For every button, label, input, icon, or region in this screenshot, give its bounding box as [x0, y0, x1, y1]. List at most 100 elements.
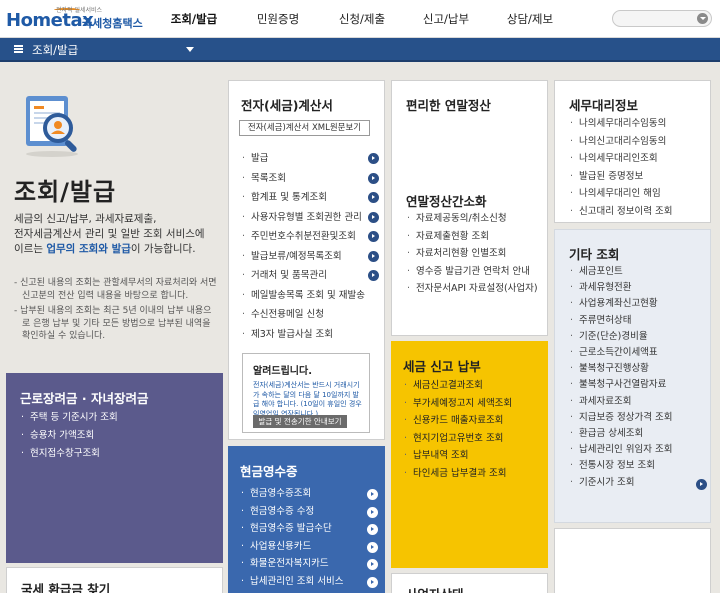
notice-text: 전자(세금)계산서는 반드시 거래시기가 속하는 달의 다음 달 10일까지 발…	[253, 381, 362, 418]
list-item-label: 기준시가 조회	[579, 476, 635, 488]
list-item[interactable]: 과세자료조회	[569, 394, 709, 410]
list-item[interactable]: 현금영수증 수정	[240, 503, 380, 521]
list-item[interactable]: 주택 등 기준시가 조회	[20, 409, 118, 427]
list-item[interactable]: 근로소득간이세액표	[569, 345, 709, 361]
list-item[interactable]: 세금신고결과조회	[403, 377, 512, 395]
list-item[interactable]: 과세유형전환	[569, 280, 709, 296]
nav-report-pay[interactable]: 신고/납부	[404, 0, 488, 38]
arrow-right-icon[interactable]	[368, 153, 379, 164]
nav-consult-report[interactable]: 상담/제보	[488, 0, 572, 38]
panel-title[interactable]: 현금영수증	[240, 461, 298, 480]
list-item[interactable]: 불복청구사건열람자료	[569, 377, 709, 393]
list-item[interactable]: 현금영수증 발급수단	[240, 520, 380, 538]
arrow-right-icon[interactable]	[368, 172, 379, 184]
refund-panel: 국세 환급금 찾기	[6, 567, 223, 593]
tax-agent-list: 나의세무대리수임동의 나의신고대리수임동의 나의세무대리인조회 발급된 증명정보…	[569, 115, 672, 220]
list-item[interactable]: 발급	[241, 149, 381, 169]
panel-subtitle[interactable]: 연말정산간소화	[406, 191, 487, 210]
year-end-list: 자료제공동의/취소신청 자료제출현황 조회 자료처리현황 인별조회 영수증 발급…	[406, 210, 538, 298]
list-item[interactable]: 전자문서API 자료설정(사업자)	[406, 280, 538, 298]
nav-certificates[interactable]: 민원증명	[236, 0, 320, 38]
list-item[interactable]: 부가세예정고지 세액조회	[403, 395, 512, 413]
hometax-logo[interactable]: 전자적 일세서비스 Hometax 국세청홈택스	[6, 4, 144, 34]
arrow-right-icon[interactable]	[367, 506, 378, 518]
list-item[interactable]: 화물운전자복지카드	[240, 555, 380, 573]
list-item[interactable]: 나의세무대리수임동의	[569, 115, 672, 133]
list-item[interactable]: 승용차 가액조회	[20, 427, 118, 445]
search-dropdown-icon[interactable]	[697, 13, 708, 24]
list-item[interactable]: 거래처 및 품목관리	[241, 266, 381, 286]
list-item[interactable]: 신용카드 매출자료조회	[403, 412, 512, 430]
list-item[interactable]: 사업용계좌신고현황	[569, 296, 709, 312]
list-item[interactable]: 주류면허상태	[569, 313, 709, 329]
list-item[interactable]: 기준(단순)경비율	[569, 329, 709, 345]
deadline-guide-button[interactable]: 발급 및 전송기한 안내보기	[253, 415, 347, 428]
list-item[interactable]: 나의신고대리수임동의	[569, 133, 672, 151]
list-item[interactable]: 자료처리현황 인별조회	[406, 245, 538, 263]
list-item[interactable]: 납세관리인 위임자 조회	[569, 442, 709, 458]
list-item[interactable]: 환급금 상세조회	[569, 426, 709, 442]
arrow-right-icon[interactable]	[368, 231, 379, 242]
earned-income-list: 주택 등 기준시가 조회 승용차 가액조회 현지접수창구조회	[20, 409, 118, 463]
list-item-label: 사용자유형별 조회권한 관리	[251, 211, 362, 223]
list-item-label: 목록조회	[251, 172, 286, 184]
xml-view-button[interactable]: 전자(세금)계산서 XML원문보기	[239, 120, 370, 136]
panel-title[interactable]: 사업자상태	[406, 584, 464, 593]
list-item[interactable]: 발급된 증명정보	[569, 168, 672, 186]
other-inquiry-panel: 기타 조회 세금포인트 과세유형전환 사업용계좌신고현황 주류면허상태 기준(단…	[554, 229, 711, 523]
list-item[interactable]: 세금포인트	[569, 264, 709, 280]
list-item[interactable]: 영수증 발급기관 연락처 안내	[406, 263, 538, 281]
arrow-right-icon[interactable]	[368, 211, 379, 223]
arrow-right-icon[interactable]	[367, 541, 378, 553]
list-item[interactable]: 현지접수창구조회	[20, 445, 118, 463]
search-input[interactable]	[612, 10, 712, 27]
arrow-right-icon[interactable]	[367, 524, 378, 535]
list-item[interactable]: 타인세금 납부결과 조회	[403, 465, 512, 483]
list-item[interactable]: 기준시가 조회	[569, 475, 709, 491]
list-item[interactable]: 수신전용메일 신청	[241, 305, 381, 325]
note-item: - 신고된 내용의 조회는 관할세무서의 자료처리와 서면신고분의 전산 입력 …	[14, 278, 217, 301]
list-item[interactable]: 납부내역 조회	[403, 447, 512, 465]
list-item[interactable]: 불복청구진행상황	[569, 361, 709, 377]
list-item[interactable]: 목록조회	[241, 169, 381, 189]
arrow-right-icon[interactable]	[368, 192, 379, 203]
list-item[interactable]: 현지기업고유번호 조회	[403, 430, 512, 448]
arrow-right-icon[interactable]	[368, 270, 379, 281]
arrow-right-icon[interactable]	[367, 489, 378, 500]
arrow-right-icon[interactable]	[696, 478, 707, 490]
list-item[interactable]: 자료제공동의/취소신청	[406, 210, 538, 228]
list-item[interactable]: 전통시장 정보 조회	[569, 458, 709, 474]
panel-title[interactable]: 세무대리정보	[569, 95, 638, 114]
arrow-right-icon[interactable]	[368, 250, 379, 262]
desc-line-1: 세금의 신고/납부, 과세자료제출,	[14, 213, 157, 225]
list-item[interactable]: 메일발송목록 조회 및 재발송	[241, 286, 381, 306]
desc-line-2: 전자세금계산서 관리 및 일반 조회 서비스에	[14, 228, 205, 240]
arrow-right-icon[interactable]	[367, 576, 378, 588]
list-item[interactable]: 자료제출현황 조회	[406, 228, 538, 246]
list-item[interactable]: 신고대리 정보이력 조회	[569, 203, 672, 221]
list-item[interactable]: 사용자유형별 조회권한 관리	[241, 208, 381, 228]
list-item[interactable]: 발급보류/예정목록조회	[241, 247, 381, 267]
list-item[interactable]: 나의세무대리인 해임	[569, 185, 672, 203]
list-item[interactable]: 사업용신용카드	[240, 538, 380, 556]
arrow-right-icon[interactable]	[367, 559, 378, 570]
nav-apply-submit[interactable]: 신청/제출	[320, 0, 404, 38]
panel-title[interactable]: 세금 신고 납부	[403, 356, 481, 375]
panel-title[interactable]: 전자(세금)계산서	[241, 95, 333, 114]
panel-title[interactable]: 편리한 연말정산	[406, 95, 491, 114]
chevron-down-icon[interactable]	[186, 47, 194, 52]
current-section-title[interactable]: 조회/발급	[32, 42, 78, 58]
list-item[interactable]: 나의세무대리인조회	[569, 150, 672, 168]
panel-title[interactable]: 국세 환급금 찾기	[21, 579, 110, 593]
panel-title[interactable]: 기타 조회	[569, 244, 619, 263]
list-item[interactable]: 납세관리인 조회 서비스	[240, 573, 380, 591]
panel-title[interactable]: 근로장려금 · 자녀장려금	[20, 388, 148, 407]
list-item-label: 사업용신용카드	[250, 540, 312, 552]
list-item[interactable]: 지급보증 정상가격 조회	[569, 410, 709, 426]
list-item[interactable]: 현금영수증조회	[240, 485, 380, 503]
list-item[interactable]: 제3자 발급사실 조회	[241, 325, 381, 345]
list-item[interactable]: 주민번호수취분전환및조회	[241, 227, 381, 247]
nav-inquiry-issue[interactable]: 조회/발급	[152, 0, 236, 38]
hamburger-menu-icon[interactable]	[14, 45, 23, 53]
list-item[interactable]: 합계표 및 통계조회	[241, 188, 381, 208]
